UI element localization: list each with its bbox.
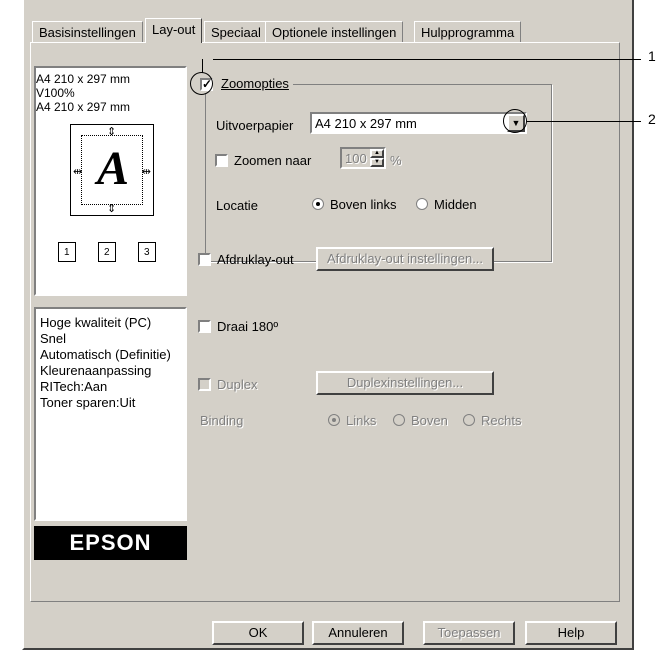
output-paper-value: A4 210 x 297 mm [315, 116, 417, 131]
preview-text: A4 210 x 297 mm V100% A4 210 x 297 mm [36, 72, 130, 114]
binding-radio-top[interactable] [393, 414, 405, 426]
paper-preview-box: A4 210 x 297 mm V100% A4 210 x 297 mm A … [34, 66, 187, 296]
output-paper-select[interactable]: A4 210 x 297 mm ▼ [310, 112, 527, 134]
location-radio-top-left[interactable] [312, 198, 324, 210]
preview-zoom: V100% [36, 86, 75, 100]
summary-item: RITech:Aan [40, 379, 108, 394]
ok-button[interactable]: OK [212, 621, 304, 645]
preview-paper-size: A4 210 x 297 mm [36, 72, 131, 86]
zoom-unit: % [390, 153, 402, 168]
tab-optionele-instellingen[interactable]: Optionele instellingen [265, 21, 404, 43]
radio-dot [316, 202, 320, 206]
print-layout-settings-button[interactable]: Afdruklay-out instellingen... [316, 247, 494, 271]
summary-item: Automatisch (Definitie) [40, 347, 171, 362]
duplex-settings-button[interactable]: Duplexinstellingen... [316, 371, 494, 395]
page-order-icons: 1 2 3 [58, 238, 168, 266]
settings-summary: Hoge kwaliteit (PC) Snel Automatisch (De… [34, 307, 187, 521]
callout-circle-2 [503, 109, 527, 133]
zoom-options-label: Zoomopties [221, 76, 289, 91]
spin-up-icon[interactable]: ▲ [370, 149, 384, 158]
apply-button[interactable]: Toepassen [423, 621, 515, 645]
page-letter: A [96, 142, 129, 195]
binding-label: Binding [200, 413, 244, 428]
bottom-arrow-icon: ⇕ [107, 203, 117, 215]
page-icon-3: 3 [138, 242, 156, 262]
binding-option-top: Boven [411, 413, 448, 428]
callout-circle-1 [190, 72, 213, 95]
page-icon-2: 2 [98, 242, 116, 262]
help-button[interactable]: Help [525, 621, 617, 645]
summary-item: Kleurenaanpassing [40, 363, 152, 378]
callout-line-1-drop [202, 59, 203, 73]
callout-number-2: 2 [648, 111, 656, 127]
left-arrow-icon: ⇹ [73, 166, 83, 178]
callout-line-1 [213, 59, 641, 60]
binding-radio-left[interactable] [328, 414, 340, 426]
zoom-to-checkbox[interactable] [215, 154, 228, 167]
rotate-label: Draai 180º [217, 319, 279, 334]
zoom-to-label: Zoomen naar [234, 153, 312, 168]
page-preview-graphic: A ⇹ ⇹ ⇕ ⇕ [70, 124, 154, 216]
output-paper-label: Uitvoerpapier [216, 118, 294, 133]
spin-down-icon[interactable]: ▼ [370, 158, 384, 167]
location-radio-middle[interactable] [416, 198, 428, 210]
epson-logo: EPSON [34, 526, 187, 560]
location-label: Locatie [216, 198, 258, 213]
location-option-top-left: Boven links [330, 197, 397, 212]
summary-item: Hoge kwaliteit (PC) [40, 315, 152, 330]
print-layout-checkbox[interactable] [198, 253, 211, 266]
callout-number-1: 1 [648, 48, 656, 64]
zoom-options-group [205, 84, 552, 262]
radio-dot [332, 418, 336, 422]
tab-basisinstellingen[interactable]: Basisinstellingen [32, 21, 143, 43]
tab-speciaal[interactable]: Speciaal [204, 21, 268, 43]
duplex-checkbox[interactable] [198, 378, 211, 391]
summary-item: Snel [40, 331, 67, 346]
duplex-label: Duplex [217, 377, 258, 392]
tab-lay-out[interactable]: Lay-out [145, 18, 203, 43]
zoom-to-value: 100 [345, 151, 367, 166]
location-option-middle: Midden [434, 197, 477, 212]
summary-item: Toner sparen:Uit [40, 395, 136, 410]
preview-output-size: A4 210 x 297 mm [36, 100, 131, 114]
top-arrow-icon: ⇕ [107, 126, 117, 138]
binding-option-left: Links [346, 413, 377, 428]
callout-line-2 [527, 121, 641, 122]
tab-hulpprogramma[interactable]: Hulpprogramma [414, 21, 522, 43]
binding-radio-right[interactable] [463, 414, 475, 426]
print-layout-label: Afdruklay-out [217, 252, 294, 267]
page-icon-1: 1 [58, 242, 76, 262]
binding-option-right: Rechts [481, 413, 522, 428]
cancel-button[interactable]: Annuleren [312, 621, 404, 645]
zoom-spinner[interactable]: ▲ ▼ [370, 149, 384, 167]
right-arrow-icon: ⇹ [141, 166, 151, 178]
rotate-checkbox[interactable] [198, 320, 211, 333]
